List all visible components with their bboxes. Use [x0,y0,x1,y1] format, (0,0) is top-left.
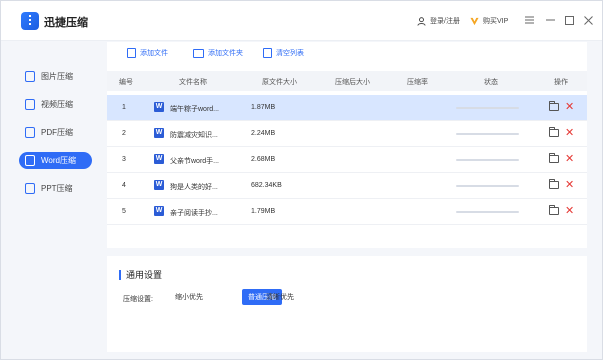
buy-vip-button[interactable]: 购买VIP [470,16,508,26]
delete-icon[interactable]: ✕ [565,126,574,139]
row-filename: 端午粽子word... [170,106,220,113]
pdf-icon [25,127,35,138]
compress-setting-label: 压缩设置: [123,296,153,303]
add-file-button[interactable]: 添加文件 [127,48,168,58]
add-folder-icon [193,48,204,58]
row-filename: 父亲节word手... [170,158,220,165]
delete-icon[interactable]: ✕ [565,100,574,113]
row-progress-bar [456,211,519,213]
word-file-icon: W [154,128,164,138]
video-icon [25,99,35,110]
trash-icon [263,48,272,58]
settings-title: 通用设置 [119,270,162,280]
app-title: 迅捷压缩 [44,17,88,29]
sidebar-item-video-compress[interactable]: 视频压缩 [19,96,92,113]
delete-icon[interactable]: ✕ [565,204,574,217]
maximize-button[interactable] [562,13,576,27]
row-progress-bar [456,107,519,109]
table-row[interactable]: 1 W 端午粽子word... 1.87MB ✕ [107,95,587,121]
delete-icon[interactable]: ✕ [565,152,574,165]
row-index: 4 [122,182,126,189]
clear-list-label: 清空列表 [276,50,304,57]
app-window: 迅捷压缩 登录/注册 购买VIP 图片压缩 视频压缩 PDF压缩 Word压缩 … [0,0,603,360]
row-original-size: 1.79MB [251,208,276,215]
add-file-icon [127,48,136,58]
vip-label: 购买VIP [483,18,509,25]
word-icon [25,155,35,166]
user-icon [417,16,426,26]
ppt-icon [25,183,35,194]
col-header-index: 编号 [119,79,133,86]
table-row[interactable]: 3 W 父亲节word手... 2.68MB ✕ [107,147,587,173]
menu-icon[interactable] [522,13,536,27]
clear-list-button[interactable]: 清空列表 [263,48,304,58]
row-original-size: 2.24MB [251,130,276,137]
table-row[interactable]: 4 W 狗是人类的好... 682.34KB ✕ [107,173,587,199]
sidebar-item-label: 图片压缩 [41,72,73,81]
sidebar: 图片压缩 视频压缩 PDF压缩 Word压缩 PPT压缩 [1,42,99,359]
row-index: 2 [122,130,126,137]
general-settings-panel: 通用设置 压缩设置: 缩小优先 普通压缩 清晰优先 [107,248,587,352]
row-progress-bar [456,159,519,161]
login-register-button[interactable]: 登录/注册 [417,16,460,26]
vip-icon [470,17,479,25]
main-panel: 添加文件 添加文件夹 清空列表 编号 文件名称 原文件大小 压缩后大小 压缩率 … [107,42,587,352]
sidebar-item-ppt-compress[interactable]: PPT压缩 [19,180,92,197]
word-file-icon: W [154,154,164,164]
row-filename: 亲子阅读手抄... [170,210,218,217]
close-button[interactable] [581,13,595,27]
add-folder-label: 添加文件夹 [208,50,243,57]
sidebar-item-image-compress[interactable]: 图片压缩 [19,68,92,85]
sidebar-item-label: 视频压缩 [41,100,73,109]
row-progress-bar [456,185,519,187]
add-folder-button[interactable]: 添加文件夹 [193,48,243,58]
sidebar-item-word-compress[interactable]: Word压缩 [19,152,92,169]
minimize-button[interactable] [543,13,557,27]
image-icon [25,71,35,82]
option-clarity-priority[interactable]: 清晰优先 [260,289,300,305]
col-header-ratio: 压缩率 [407,79,428,86]
toolbar: 添加文件 添加文件夹 清空列表 [107,42,587,66]
open-folder-icon[interactable] [549,127,559,137]
row-original-size: 2.68MB [251,156,276,163]
sidebar-item-label: Word压缩 [41,156,76,165]
open-folder-icon[interactable] [549,179,559,189]
row-original-size: 1.87MB [251,104,276,111]
login-label: 登录/注册 [430,18,460,25]
word-file-icon: W [154,206,164,216]
option-size-priority[interactable]: 缩小优先 [169,289,209,305]
col-header-status: 状态 [484,79,498,86]
col-header-actions: 操作 [554,79,568,86]
table-row[interactable]: 2 W 防震减灾知识... 2.24MB ✕ [107,121,587,147]
row-index: 3 [122,156,126,163]
col-header-filename: 文件名称 [179,79,207,86]
row-filename: 防震减灾知识... [170,132,218,139]
delete-icon[interactable]: ✕ [565,178,574,191]
sidebar-item-pdf-compress[interactable]: PDF压缩 [19,124,92,141]
col-header-compressed-size: 压缩后大小 [335,79,370,86]
add-file-label: 添加文件 [140,50,168,57]
row-progress-bar [456,133,519,135]
word-file-icon: W [154,102,164,112]
title-bar: 迅捷压缩 登录/注册 购买VIP [1,1,602,41]
col-header-original-size: 原文件大小 [262,79,297,86]
open-folder-icon[interactable] [549,153,559,163]
open-folder-icon[interactable] [549,101,559,111]
row-original-size: 682.34KB [251,182,282,189]
word-file-icon: W [154,180,164,190]
open-folder-icon[interactable] [549,205,559,215]
sidebar-item-label: PDF压缩 [41,128,73,137]
app-logo-icon [21,12,39,30]
table-header: 编号 文件名称 原文件大小 压缩后大小 压缩率 状态 操作 [107,71,587,91]
row-index: 5 [122,208,126,215]
sidebar-item-label: PPT压缩 [41,184,73,193]
table-row[interactable]: 5 W 亲子阅读手抄... 1.79MB ✕ [107,199,587,225]
row-index: 1 [122,104,126,111]
row-filename: 狗是人类的好... [170,184,218,191]
